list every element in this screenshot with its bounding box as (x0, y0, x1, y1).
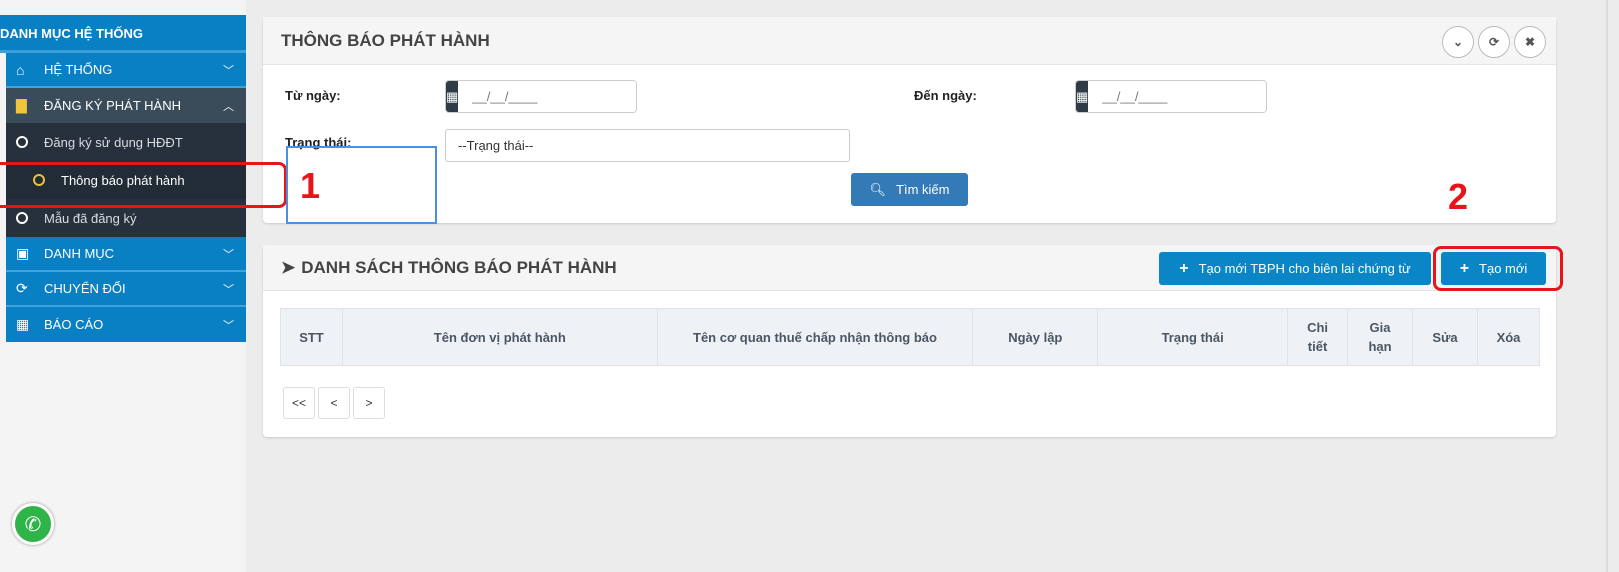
reload-button[interactable]: ⟳ (1478, 26, 1510, 58)
file-icon: ▇ (16, 97, 27, 113)
to-date-input[interactable] (1088, 81, 1266, 112)
from-date-label: Từ ngày: (285, 88, 341, 103)
column-header: Chi tiết (1287, 308, 1349, 366)
search-button[interactable]: 🔍︎ Tìm kiếm (851, 173, 968, 206)
chevron-up-icon: ︿ (223, 100, 234, 113)
chevron-down-icon: ﹀ (223, 64, 234, 77)
chevron-down-icon: ﹀ (223, 283, 234, 296)
column-header: Gia hạn (1347, 308, 1414, 366)
sidebar-item-label: ĐĂNG KÝ PHÁT HÀNH (44, 98, 182, 113)
notice-table: STT Tên đơn vị phát hành Tên cơ quan thu… (280, 308, 1541, 366)
annotation-number-2: 2 (1448, 176, 1469, 217)
column-header: Trạng thái (1097, 308, 1289, 366)
circle-icon (16, 212, 28, 224)
whatsapp-icon[interactable]: ✆ (12, 503, 54, 545)
annotation-highlight-2 (1433, 246, 1563, 291)
list-panel: ➤ DANH SÁCH THÔNG BÁO PHÁT HÀNH + Tạo mới… (263, 245, 1556, 437)
to-date-label: Đến ngày: (914, 88, 977, 103)
annotation-highlight-1 (0, 162, 287, 208)
chevron-down-icon: ﹀ (223, 319, 234, 332)
sidebar-item-label: DANH MỤC (44, 246, 115, 261)
button-label: Tạo mới TBPH cho biên lai chứng từ (1198, 261, 1411, 276)
sidebar-item-bao-cao[interactable]: ▦ BÁO CÁO ﹀ (6, 307, 246, 342)
to-date-field[interactable]: ▦ (1075, 80, 1267, 113)
sidebar-item-label: BÁO CÁO (44, 317, 104, 332)
collapse-button[interactable]: ⌄ (1442, 26, 1474, 58)
sidebar-subitem-dang-ky-su-dung[interactable]: Đăng ký sử dụng HĐĐT (6, 123, 246, 161)
column-header: Tên cơ quan thuế chấp nhận thông báo (656, 308, 974, 366)
close-icon: ✖ (1524, 35, 1536, 49)
chevron-down-icon: ⌄ (1452, 35, 1464, 49)
list-title: DANH SÁCH THÔNG BÁO PHÁT HÀNH (301, 257, 617, 277)
sidebar-item-dang-ky-phat-hanh[interactable]: ▇ ĐĂNG KÝ PHÁT HÀNH ︿ (6, 88, 246, 123)
column-header: Sửa (1412, 308, 1478, 366)
calendar-icon[interactable]: ▦ (1076, 81, 1089, 112)
refresh-icon: ⟳ (1488, 35, 1500, 49)
sidebar-item-label: CHUYỂN ĐỔI (44, 281, 126, 296)
search-panel: THÔNG BÁO PHÁT HÀNH ⌄ ⟳ ✖ Từ ngày: ▦ Đến… (263, 17, 1556, 223)
sidebar-item-label: HỆ THỐNG (44, 62, 113, 77)
sidebar-item-chuyen-doi[interactable]: ⟳ CHUYỂN ĐỔI ﹀ (6, 272, 246, 307)
next-page-button[interactable]: > (353, 387, 385, 419)
column-header: Xóa (1476, 308, 1541, 366)
search-icon: 🔍︎ (869, 181, 887, 197)
paper-plane-icon: ➤ (281, 257, 296, 277)
chevron-down-icon: ﹀ (223, 248, 234, 261)
subitem-label: Mẫu đã đăng ký (44, 210, 137, 226)
from-date-field[interactable]: ▦ (445, 80, 637, 113)
table-header-row: STT Tên đơn vị phát hành Tên cơ quan thu… (280, 308, 1541, 366)
calendar-icon[interactable]: ▦ (446, 81, 459, 112)
home-icon: ⌂ (16, 61, 25, 78)
sidebar-item-he-thong[interactable]: ⌂ HỆ THỐNG ﹀ (6, 53, 246, 88)
search-button-label: Tìm kiếm (896, 182, 950, 197)
sidebar-item-danh-muc[interactable]: ▣ DANH MỤC ﹀ (6, 237, 246, 272)
annotation-number-1: 1 (300, 165, 321, 206)
sidebar-title: DANH MỤC HỆ THỐNG (0, 15, 246, 53)
scrollbar[interactable] (1606, 0, 1608, 572)
column-header: Ngày lập (972, 308, 1099, 366)
subitem-label: Đăng ký sử dụng HĐĐT (44, 134, 183, 150)
pagination: << < > (283, 387, 385, 419)
column-header: STT (280, 308, 343, 366)
close-button[interactable]: ✖ (1514, 26, 1546, 58)
from-date-input[interactable] (458, 81, 636, 112)
refresh-icon: ⟳ (16, 280, 28, 296)
prev-page-button[interactable]: < (318, 387, 350, 419)
plus-icon: + (1179, 259, 1189, 277)
column-header: Tên đơn vị phát hành (341, 308, 658, 366)
search-panel-header: THÔNG BÁO PHÁT HÀNH ⌄ ⟳ ✖ (263, 17, 1556, 65)
save-icon: ▣ (16, 245, 30, 261)
circle-icon (16, 136, 28, 148)
table-icon: ▦ (16, 316, 30, 332)
first-page-button[interactable]: << (283, 387, 315, 419)
create-receipt-notice-button[interactable]: + Tạo mới TBPH cho biên lai chứng từ (1159, 252, 1431, 285)
status-select[interactable]: --Trạng thái-- (445, 129, 850, 162)
page-title: THÔNG BÁO PHÁT HÀNH (281, 30, 490, 50)
